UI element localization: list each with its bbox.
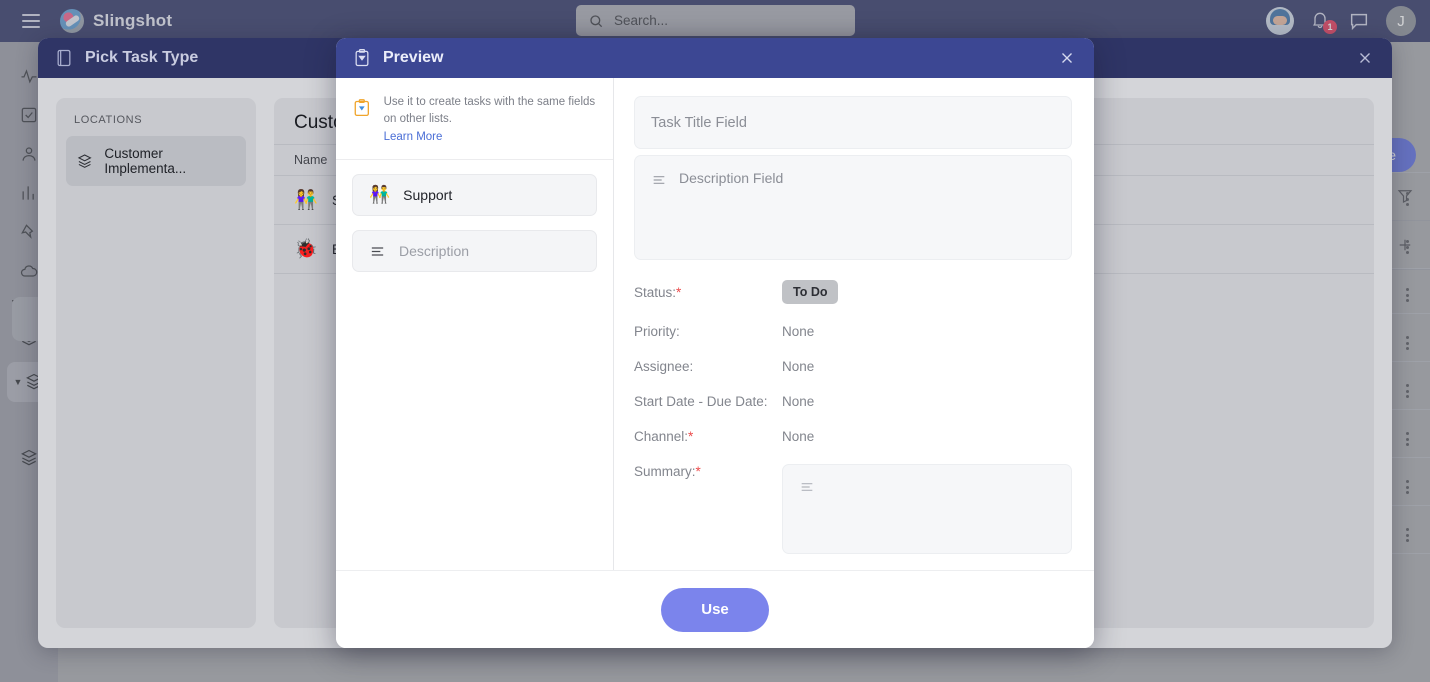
tip-banner: Use it to create tasks with the same fie… — [336, 78, 613, 160]
field-row-summary: Summary:* — [634, 464, 1072, 554]
option-description-label: Description — [399, 243, 469, 259]
lines-icon — [799, 479, 815, 495]
clipboard-icon — [352, 47, 372, 69]
field-row-assignee: Assignee: None — [634, 359, 1072, 374]
clipboard-orange-icon — [352, 94, 372, 122]
pick-task-type-title: Pick Task Type — [85, 49, 198, 67]
field-label: Status:* — [634, 285, 782, 300]
option-description[interactable]: Description — [352, 230, 597, 272]
task-title-placeholder: Task Title Field — [651, 115, 747, 131]
locations-label: LOCATIONS — [66, 114, 246, 126]
people-emoji-icon: 👫 — [369, 185, 390, 205]
field-label: Start Date - Due Date: — [634, 394, 782, 409]
field-label: Assignee: — [634, 359, 782, 374]
layers-icon — [76, 152, 93, 171]
required-asterisk: * — [696, 464, 701, 479]
field-row-channel: Channel:* None — [634, 429, 1072, 444]
field-row-priority: Priority: None — [634, 324, 1072, 339]
field-row-status: Status:* To Do — [634, 280, 1072, 304]
field-label: Channel:* — [634, 429, 782, 444]
lines-icon — [651, 172, 667, 188]
close-icon[interactable] — [1354, 47, 1376, 69]
learn-more-link[interactable]: Learn More — [384, 131, 443, 143]
field-value[interactable]: None — [782, 324, 814, 339]
required-asterisk: * — [688, 429, 693, 444]
field-label: Summary:* — [634, 464, 782, 479]
option-support[interactable]: 👫 Support — [352, 174, 597, 216]
option-support-label: Support — [403, 187, 452, 203]
preview-left-panel: Use it to create tasks with the same fie… — [336, 78, 614, 570]
preview-body: Use it to create tasks with the same fie… — [336, 78, 1094, 570]
field-label: Priority: — [634, 324, 782, 339]
description-placeholder: Description Field — [679, 170, 783, 245]
preview-modal: Preview Use it to create tasks with the … — [336, 38, 1094, 648]
field-value[interactable]: None — [782, 394, 814, 409]
column-name: Name — [294, 153, 327, 167]
description-field[interactable]: Description Field — [634, 155, 1072, 260]
preview-form-panel: Task Title Field Description Field Statu… — [614, 78, 1094, 570]
status-badge[interactable]: To Do — [782, 280, 838, 304]
field-row-dates: Start Date - Due Date: None — [634, 394, 1072, 409]
summary-field[interactable] — [782, 464, 1072, 554]
use-button[interactable]: Use — [661, 588, 769, 632]
preview-footer: Use — [336, 570, 1094, 648]
field-value[interactable]: None — [782, 359, 814, 374]
location-item-label: Customer Implementa... — [104, 146, 236, 176]
lines-icon — [369, 243, 386, 260]
locations-panel: LOCATIONS Customer Implementa... — [56, 98, 256, 628]
preview-title: Preview — [383, 49, 443, 67]
preview-header: Preview — [336, 38, 1094, 78]
notebook-icon — [54, 47, 74, 69]
required-asterisk: * — [676, 285, 681, 300]
field-value[interactable]: None — [782, 429, 814, 444]
task-title-field[interactable]: Task Title Field — [634, 96, 1072, 149]
close-icon[interactable] — [1056, 47, 1078, 69]
tip-text: Use it to create tasks with the same fie… — [384, 94, 597, 127]
bug-emoji-icon: 🐞 — [294, 237, 318, 261]
people-emoji-icon: 👫 — [294, 188, 318, 212]
location-item[interactable]: Customer Implementa... — [66, 136, 246, 186]
